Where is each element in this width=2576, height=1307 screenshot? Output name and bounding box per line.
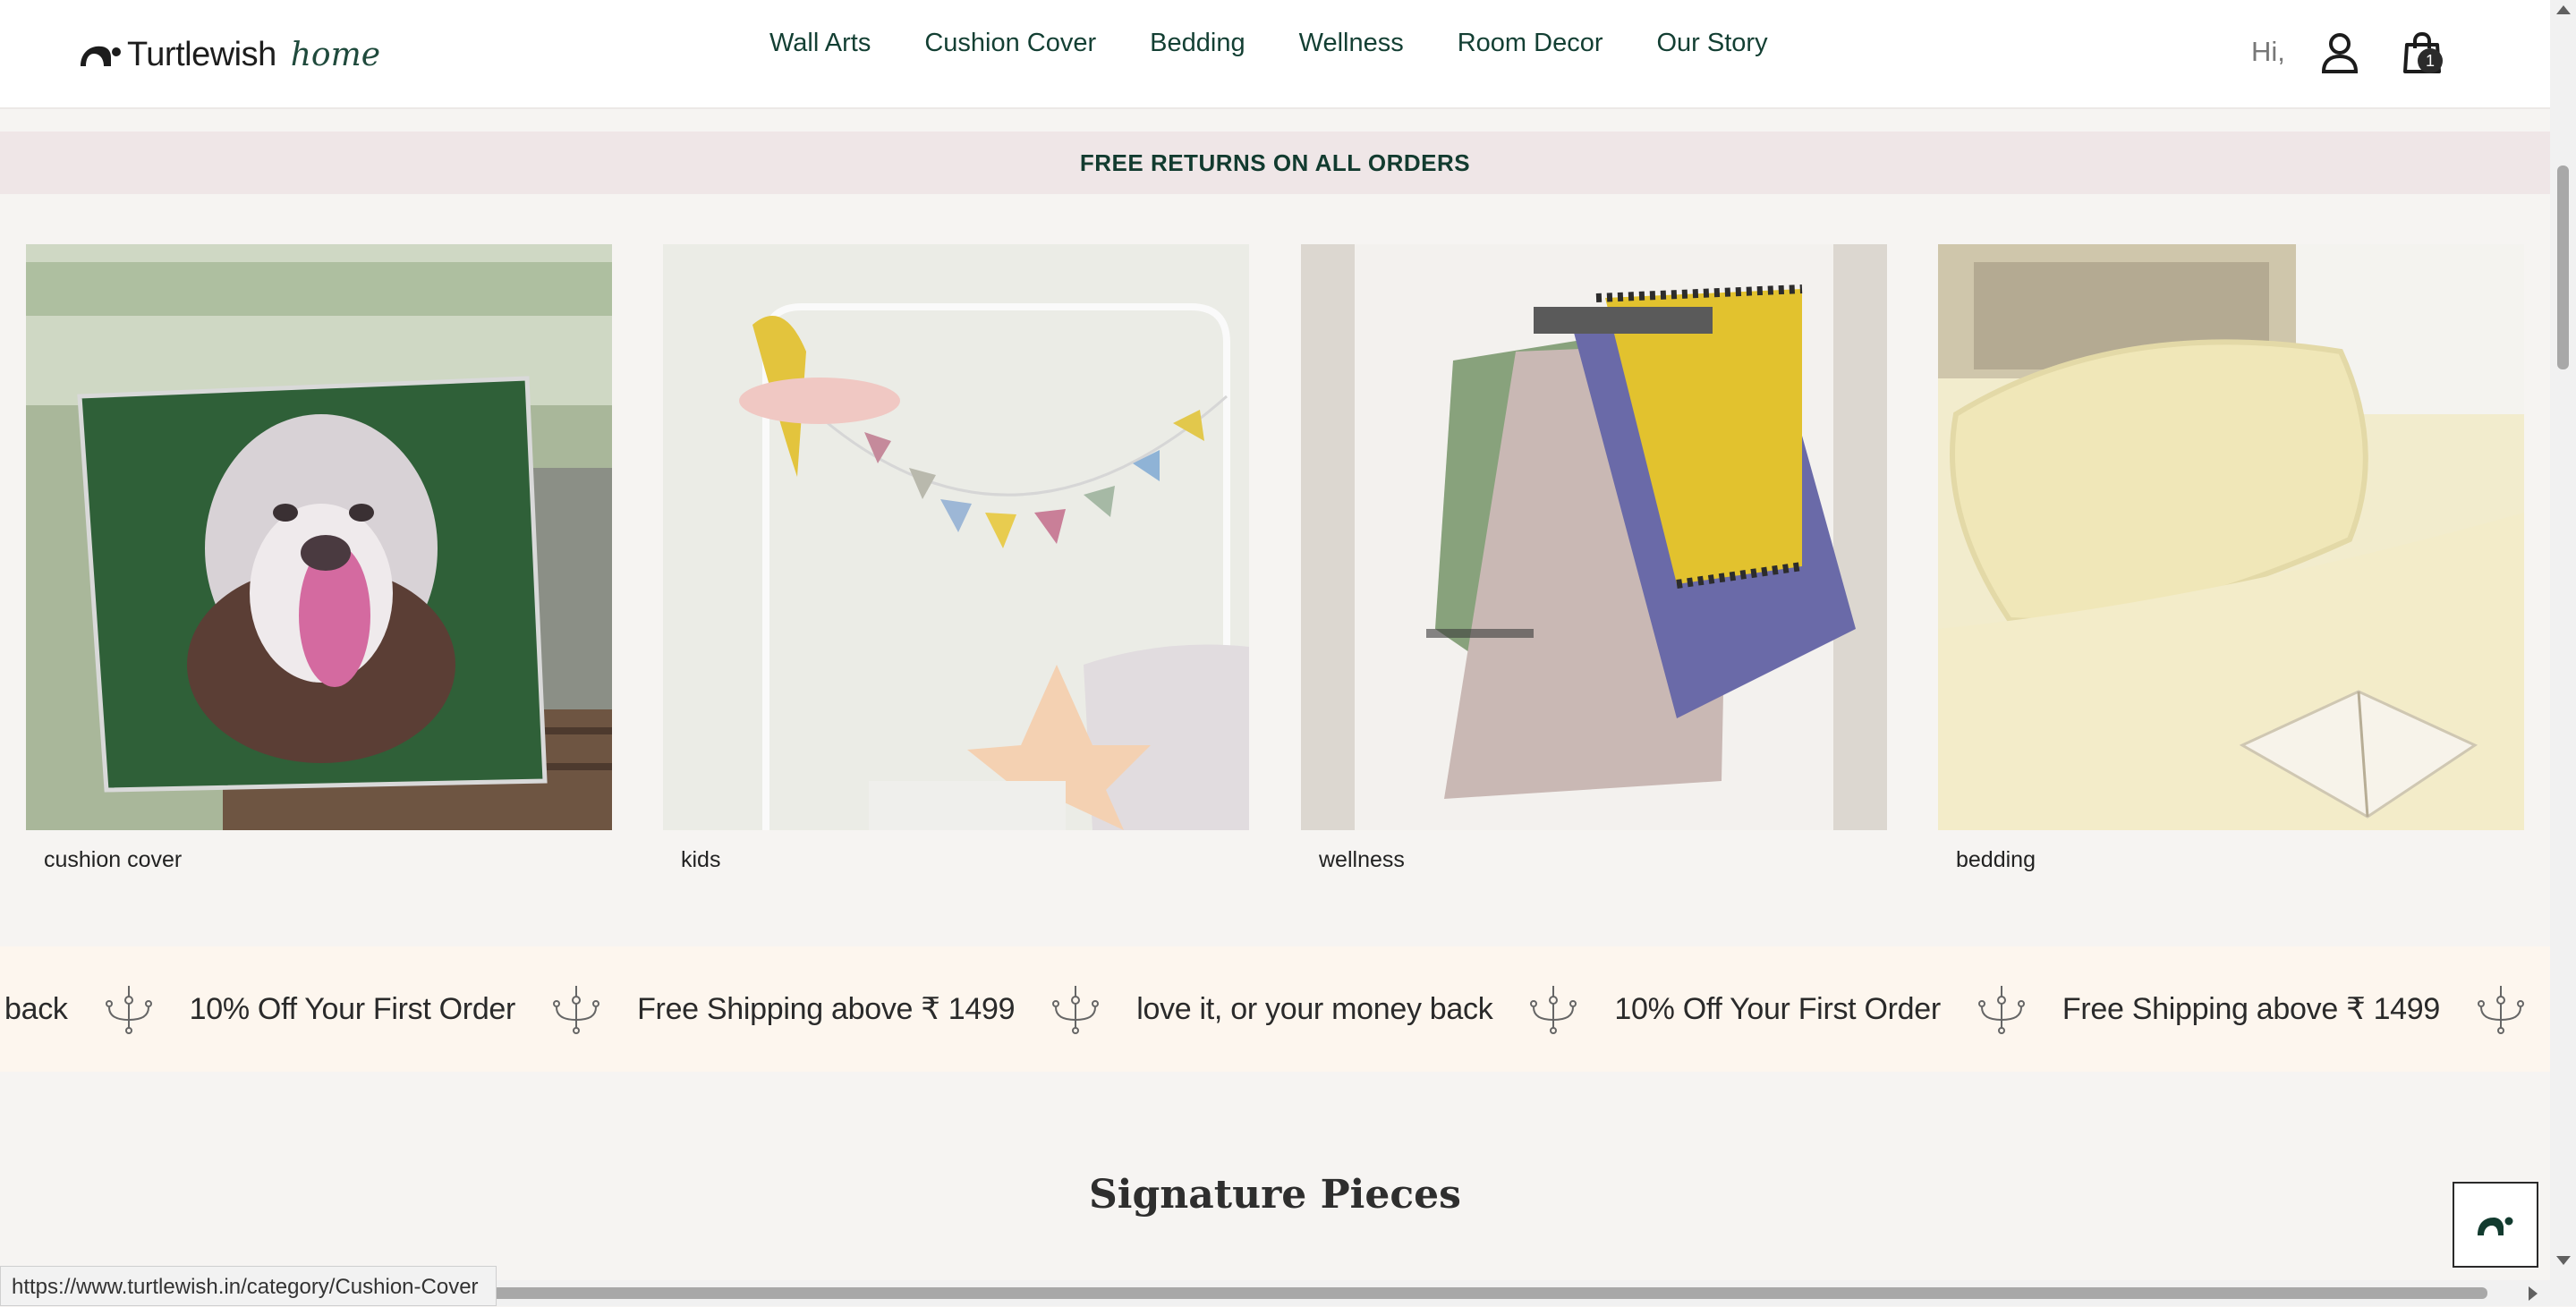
scroll-right-arrow-icon[interactable] — [2529, 1286, 2538, 1301]
chandelier-icon — [553, 986, 600, 1034]
marquee-item: love it, or your money back — [1136, 991, 1493, 1026]
category-card-wellness[interactable]: wellness — [1301, 244, 1887, 872]
site-header: Turtlewish home Wall Arts Cushion Cover … — [0, 0, 2550, 109]
section-title-signature-pieces: Signature Pieces — [1089, 1172, 1461, 1218]
category-card-bedding[interactable]: bedding — [1938, 244, 2524, 872]
vertical-scroll-thumb[interactable] — [2557, 165, 2569, 369]
category-image-kids — [663, 244, 1249, 830]
nav-cushion-cover[interactable]: Cushion Cover — [924, 29, 1096, 58]
vertical-scrollbar[interactable] — [2550, 0, 2576, 1306]
marquee-item: 10% Off Your First Order — [1614, 991, 1941, 1026]
scroll-down-arrow-icon[interactable] — [2556, 1256, 2571, 1265]
category-image-wellness — [1301, 244, 1887, 830]
promo-bar: FREE RETURNS ON ALL ORDERS — [0, 132, 2550, 194]
nav-room-decor[interactable]: Room Decor — [1458, 29, 1603, 58]
chandelier-icon — [105, 986, 152, 1034]
status-bar-url: https://www.turtlewish.in/category/Cushi… — [0, 1266, 497, 1306]
chandelier-icon — [1530, 986, 1577, 1034]
site-logo[interactable]: Turtlewish home — [79, 32, 380, 77]
chandelier-icon — [1977, 986, 2025, 1034]
nav-bedding[interactable]: Bedding — [1150, 29, 1245, 58]
category-card-cushion-cover[interactable]: cushion cover — [26, 244, 612, 872]
marquee-item: 10% Off Your First Order — [189, 991, 516, 1026]
scroll-up-arrow-icon[interactable] — [2556, 5, 2571, 14]
category-label: bedding — [1956, 847, 2036, 872]
horizontal-scroll-thumb[interactable] — [492, 1287, 2487, 1299]
main-nav: Wall Arts Cushion Cover Bedding Wellness… — [769, 29, 1768, 58]
nav-wellness[interactable]: Wellness — [1299, 29, 1404, 58]
marquee-item: Free Shipping above ₹ 1499 — [637, 992, 1016, 1026]
user-icon[interactable] — [2321, 32, 2359, 73]
category-card-kids[interactable]: kids — [663, 244, 1249, 872]
marquee-track: back 10% Off Your First Order Free Shipp… — [0, 946, 2550, 1072]
chandelier-icon — [1052, 986, 1100, 1034]
floating-turtle-button[interactable] — [2453, 1182, 2538, 1268]
category-label: kids — [681, 847, 721, 872]
turtle-logo-icon — [2478, 1217, 2513, 1235]
promo-text: FREE RETURNS ON ALL ORDERS — [1079, 149, 1471, 176]
category-label: wellness — [1319, 847, 1405, 872]
nav-wall-arts[interactable]: Wall Arts — [769, 29, 871, 58]
category-image-bedding — [1938, 244, 2524, 830]
category-label: cushion cover — [44, 847, 183, 872]
cart-count-badge: 1 — [2418, 48, 2443, 73]
logo-script: home — [290, 36, 381, 73]
turtle-logo-icon — [81, 46, 121, 66]
offers-marquee: back 10% Off Your First Order Free Shipp… — [0, 946, 2550, 1072]
marquee-item: back — [4, 991, 68, 1026]
chandelier-icon — [2478, 986, 2525, 1034]
logo-wordmark: Turtlewish — [127, 35, 276, 73]
category-image-cushion-cover — [26, 244, 612, 830]
marquee-item: Free Shipping above ₹ 1499 — [2062, 992, 2441, 1026]
greeting-text: Hi, — [2251, 36, 2285, 67]
nav-our-story[interactable]: Our Story — [1657, 29, 1768, 58]
